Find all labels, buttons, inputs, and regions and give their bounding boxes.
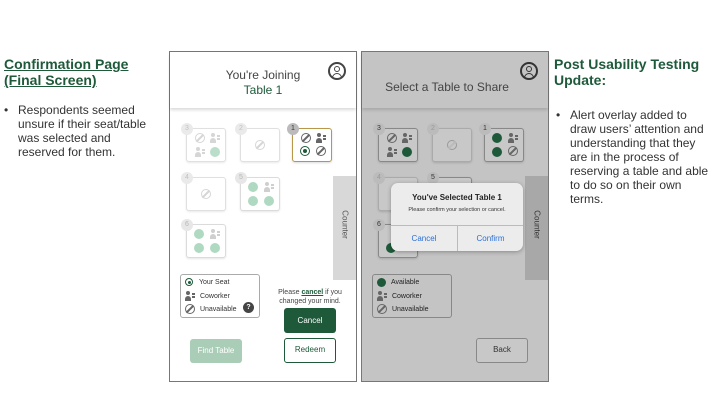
- counter-label: Counter: [340, 210, 350, 239]
- title-line-2: Table 1: [243, 83, 283, 97]
- unavailable-icon: [255, 140, 265, 150]
- table-number: 1: [479, 123, 491, 135]
- seat-dot: [194, 229, 204, 239]
- coworker-icon: [210, 229, 221, 240]
- unavailable-icon: [377, 304, 387, 314]
- unavailable-icon: [508, 146, 518, 156]
- redeem-button[interactable]: Redeem: [284, 338, 336, 363]
- screen-header: Select a Table to Share: [362, 52, 548, 108]
- legend-unavailable: Unavailable: [199, 305, 237, 313]
- alert-message: Please confirm your selection or cancel.: [408, 207, 506, 213]
- left-heading: Confirmation Page (Final Screen): [4, 56, 129, 88]
- right-bullet: • Alert overlay added to draw users’ atte…: [556, 108, 716, 206]
- unavailable-icon: [387, 133, 397, 143]
- cancel-link[interactable]: cancel: [301, 289, 323, 296]
- table-1[interactable]: 1: [479, 123, 524, 162]
- table-number: 3: [373, 123, 385, 135]
- table-number: 1: [287, 123, 299, 135]
- unavailable-icon: [185, 304, 195, 314]
- legend-coworker: Coworker: [391, 293, 422, 301]
- table-1[interactable]: 1: [287, 123, 332, 162]
- profile-icon[interactable]: [520, 62, 538, 80]
- coworker-icon: [316, 133, 327, 144]
- seat-dot: [492, 133, 502, 143]
- table-3[interactable]: 3: [373, 123, 418, 162]
- confirmation-screen: You're Joining Table 1 3 2 1 4 5 6 Count…: [169, 51, 357, 382]
- coworker-icon: [387, 147, 398, 158]
- seat-dot: [402, 147, 412, 157]
- unavailable-icon: [316, 146, 326, 156]
- coworker-icon: [210, 133, 221, 144]
- table-5[interactable]: 5: [235, 172, 280, 211]
- coworker-icon: [195, 147, 206, 158]
- table-number: 4: [181, 172, 193, 184]
- legend-available: Available: [390, 279, 420, 287]
- left-bullet: • Respondents seemed unsure if their seat…: [4, 103, 159, 159]
- alert-cancel-button[interactable]: Cancel: [391, 226, 457, 251]
- select-table-screen: Select a Table to Share 3 2 1 4 5 6 Coun…: [361, 51, 549, 382]
- seat-dot: [194, 243, 204, 253]
- table-4[interactable]: 4: [181, 172, 226, 211]
- table-number: 4: [373, 172, 385, 184]
- coworker-icon: [377, 291, 388, 302]
- seat-dot: [264, 196, 274, 206]
- legend: Your Seat Coworker Unavailable ?: [180, 274, 260, 318]
- unavailable-icon: [447, 140, 457, 150]
- table-number: 6: [181, 219, 193, 231]
- unavailable-icon: [301, 133, 311, 143]
- seat-dot: [210, 243, 220, 253]
- legend-coworker: Coworker: [199, 293, 230, 301]
- counter-label: Counter: [532, 210, 542, 239]
- table-2[interactable]: 2: [235, 123, 280, 162]
- table-2[interactable]: 2: [427, 123, 472, 162]
- legend: Available Coworker Unavailable: [372, 274, 452, 318]
- table-3[interactable]: 3: [181, 123, 226, 162]
- title-line-1: You're Joining: [225, 68, 301, 82]
- coworker-icon: [402, 133, 413, 144]
- coworker-icon: [508, 133, 519, 144]
- left-bullet-text: Respondents seemed unsure if their seat/…: [18, 103, 147, 159]
- seat-dot: [492, 147, 502, 157]
- screen-header: You're Joining Table 1: [170, 52, 356, 108]
- cancel-note: Please cancel if you changed your mind.: [268, 288, 352, 306]
- table-6[interactable]: 6: [181, 219, 226, 258]
- help-icon[interactable]: ?: [243, 302, 254, 313]
- alert-confirm-button[interactable]: Confirm: [458, 226, 523, 251]
- profile-icon[interactable]: [328, 62, 346, 80]
- coworker-icon: [185, 291, 196, 302]
- table-number: 6: [373, 219, 385, 231]
- header-title: Select a Table to Share: [385, 80, 509, 94]
- counter: Counter: [333, 176, 356, 280]
- back-button[interactable]: Back: [476, 338, 528, 363]
- legend-your-seat: Your Seat: [198, 278, 230, 286]
- seat-dot: [210, 147, 220, 157]
- header-title: You're Joining Table 1: [190, 68, 336, 98]
- cancel-note-pre: Please: [278, 289, 302, 296]
- alert-dialog: You've Selected Table 1 Please confirm y…: [391, 183, 523, 251]
- available-icon: [377, 278, 386, 287]
- find-table-button[interactable]: Find Table: [190, 339, 242, 363]
- legend-unavailable: Unavailable: [391, 305, 429, 313]
- coworker-icon: [264, 182, 275, 193]
- seat-dot: [248, 196, 258, 206]
- seat-dot: [248, 182, 258, 192]
- alert-title: You've Selected Table 1: [412, 193, 502, 202]
- cancel-button[interactable]: Cancel: [284, 308, 336, 333]
- table-number: 5: [235, 172, 247, 184]
- table-number: 2: [235, 123, 247, 135]
- counter: Counter: [525, 176, 548, 280]
- right-bullet-text: Alert overlay added to draw users’ atten…: [570, 108, 709, 206]
- right-heading: Post Usability Testing Update:: [554, 56, 700, 88]
- table-number: 2: [427, 123, 439, 135]
- your-seat-icon: [185, 278, 193, 286]
- your-seat-icon: [300, 146, 310, 156]
- unavailable-icon: [195, 133, 205, 143]
- table-number: 3: [181, 123, 193, 135]
- unavailable-icon: [201, 189, 211, 199]
